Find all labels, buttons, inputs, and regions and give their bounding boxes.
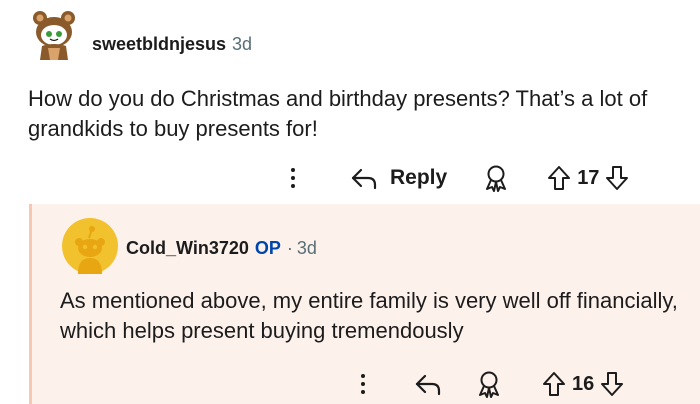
- comment-actions: 16: [356, 366, 624, 402]
- snoo-avatar-image: [33, 11, 75, 60]
- downvote-arrow-icon[interactable]: [605, 165, 629, 191]
- comment-age: 3d: [296, 238, 317, 258]
- comment-body: How do you do Christmas and birthday pre…: [28, 86, 648, 141]
- username-link[interactable]: Cold_Win3720: [126, 238, 249, 258]
- award-icon: [479, 371, 499, 398]
- award-icon: [486, 165, 507, 192]
- avatar[interactable]: [28, 8, 80, 60]
- snoo-avatar-image: [62, 218, 118, 274]
- reply-label: Reply: [390, 166, 448, 189]
- comment-author[interactable]: Cold_Win3720 OP · 3d: [126, 238, 317, 259]
- upvote-arrow-icon[interactable]: [547, 165, 571, 191]
- meta-separator: ·: [286, 238, 293, 258]
- reply-button[interactable]: [414, 372, 442, 396]
- comment-actions: Reply 17: [286, 160, 629, 196]
- comment-author[interactable]: sweetbldnjesus 3d: [92, 34, 252, 55]
- avatar[interactable]: [62, 218, 118, 274]
- comment-body: As mentioned above, my entire family is …: [60, 288, 678, 343]
- op-badge: OP: [254, 238, 281, 258]
- more-vertical-icon[interactable]: [286, 163, 300, 193]
- comment-age: 3d: [232, 34, 253, 54]
- vote-count: 17: [577, 166, 600, 189]
- reply-arrow-icon: [351, 168, 377, 190]
- award-button[interactable]: [483, 164, 509, 192]
- upvote-arrow-icon[interactable]: [542, 371, 566, 397]
- reply-button[interactable]: Reply: [350, 166, 447, 190]
- vote-count: 16: [572, 372, 595, 395]
- downvote-arrow-icon[interactable]: [600, 371, 624, 397]
- reply-comment: Cold_Win3720 OP · 3d As mentioned above, my…: [29, 204, 700, 404]
- more-vertical-icon[interactable]: [356, 369, 370, 399]
- reply-arrow-icon: [415, 374, 441, 396]
- vote-group: 16: [542, 371, 624, 397]
- username-link[interactable]: sweetbldnjesus: [92, 34, 226, 54]
- award-button[interactable]: [476, 370, 502, 398]
- top-comment: sweetbldnjesus 3d How do you do Christmas…: [0, 0, 700, 204]
- vote-group: 17: [547, 165, 629, 191]
